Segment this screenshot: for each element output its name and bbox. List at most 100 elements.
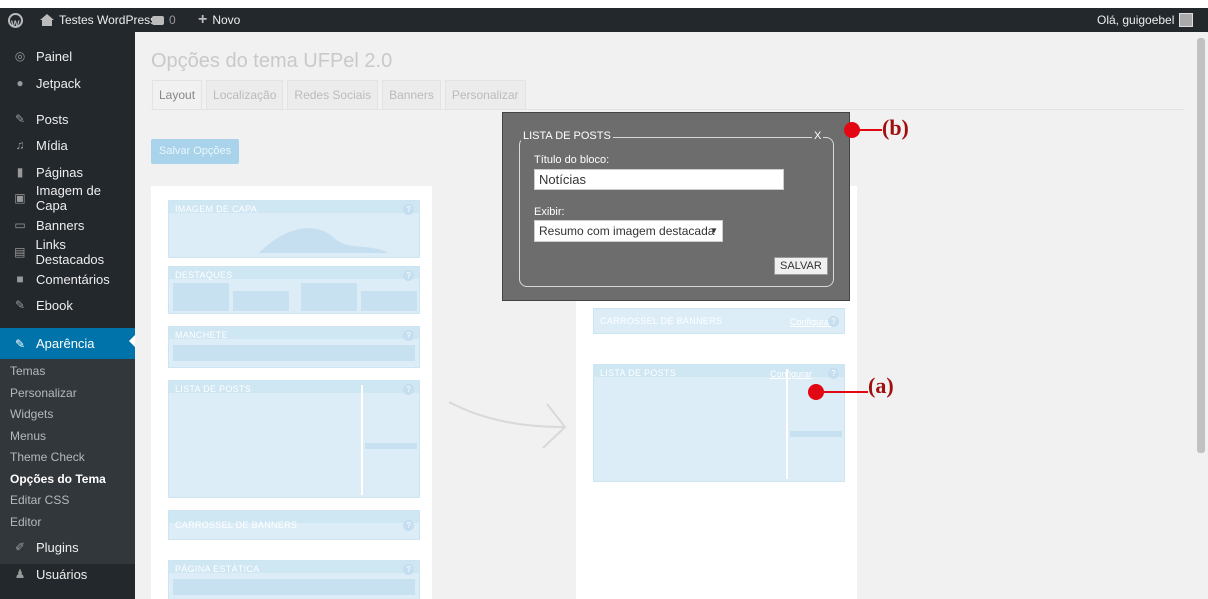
block-carrossel-de-banners[interactable]: CARROSSEL DE BANNERS ? bbox=[168, 510, 420, 540]
tab-layout[interactable]: Layout bbox=[152, 80, 203, 110]
sidebar-item-label: Mídia bbox=[36, 137, 68, 153]
show-select-value: Resumo com imagem destacada bbox=[539, 224, 715, 238]
annotation-a-line bbox=[818, 391, 868, 393]
help-icon[interactable]: ? bbox=[828, 316, 839, 327]
submenu-editor[interactable]: Editor bbox=[10, 513, 41, 531]
configure-link[interactable]: Configurar bbox=[770, 369, 812, 379]
tabs-divider bbox=[151, 109, 1185, 110]
featured-text bbox=[361, 291, 417, 311]
site-name-link[interactable]: Testes WordPress bbox=[40, 8, 156, 32]
tab-banners[interactable]: Banners bbox=[382, 80, 441, 110]
block-manchete[interactable]: MANCHETE ? bbox=[168, 326, 420, 368]
sidebar-bar bbox=[365, 443, 417, 449]
comments-link[interactable]: 0 bbox=[152, 8, 176, 32]
comment-icon bbox=[152, 15, 164, 25]
pin-icon: ✎ bbox=[14, 112, 26, 126]
submenu-personalizar[interactable]: Personalizar bbox=[10, 384, 77, 402]
admin-sidebar: ◎ Painel ● Jetpack ✎ Posts ♫ Mídia ▮ Páginas … bbox=[0, 32, 136, 599]
featured-thumb bbox=[301, 283, 357, 311]
site-name: Testes WordPress bbox=[59, 13, 157, 27]
help-icon[interactable]: ? bbox=[403, 204, 414, 215]
show-select[interactable]: Resumo com imagem destacada ▼ bbox=[534, 220, 723, 242]
block-label: CARROSSEL DE BANNERS bbox=[600, 316, 723, 326]
help-icon[interactable]: ? bbox=[403, 564, 414, 575]
plugin-icon: ✐ bbox=[14, 540, 26, 554]
sidebar-item-usuarios[interactable]: ♟ Usuários bbox=[0, 561, 135, 587]
annotation-a-dot bbox=[808, 384, 824, 400]
sidebar-item-aparencia[interactable]: ✎ Aparência bbox=[0, 328, 136, 359]
sidebar-item-imagem-de-capa[interactable]: ▣ Imagem de Capa bbox=[0, 183, 135, 213]
configure-link[interactable]: Configurar bbox=[790, 317, 832, 327]
tab-personalizar[interactable]: Personalizar bbox=[444, 80, 526, 110]
sidebar-item-plugins[interactable]: ✐ Plugins bbox=[0, 534, 135, 560]
page-scrollbar[interactable] bbox=[1193, 32, 1208, 599]
submenu-editar-css[interactable]: Editar CSS bbox=[10, 491, 69, 509]
account-menu[interactable]: Olá, guigoebel bbox=[1097, 8, 1194, 32]
sidebar-item-posts[interactable]: ✎ Posts bbox=[0, 106, 135, 132]
layout-lista-de-posts[interactable]: LISTA DE POSTS Configurar ? bbox=[593, 364, 845, 482]
sidebar-item-label: Aparência bbox=[36, 336, 95, 351]
show-label: Exibir: bbox=[534, 206, 565, 218]
dropdown-arrow-icon: ▼ bbox=[710, 226, 718, 235]
scrollbar-thumb[interactable] bbox=[1197, 38, 1205, 453]
submenu-temas[interactable]: Temas bbox=[10, 362, 45, 380]
salvar-button[interactable]: SALVAR bbox=[774, 257, 828, 275]
page-title: Opções do tema UFPel 2.0 bbox=[151, 50, 393, 72]
new-label: Novo bbox=[212, 13, 241, 27]
block-label: PÁGINA ESTÁTICA bbox=[175, 564, 260, 574]
block-label: LISTA DE POSTS bbox=[175, 384, 252, 394]
pin-icon: ✎ bbox=[14, 298, 26, 312]
help-icon[interactable]: ? bbox=[403, 270, 414, 281]
screen: Testes WordPress 0 + Novo Olá, guigoebel… bbox=[0, 0, 1208, 599]
featured-thumb bbox=[173, 283, 229, 311]
sidebar-item-label: Links Destacados bbox=[35, 237, 105, 267]
tab-redes-sociais[interactable]: Redes Sociais bbox=[287, 80, 379, 110]
tab-localizacao[interactable]: Localização bbox=[206, 80, 284, 110]
sidebar-item-painel[interactable]: ◎ Painel bbox=[0, 43, 135, 69]
sidebar-item-links-destacados[interactable]: ▤ Links Destacados bbox=[0, 237, 135, 267]
new-content-link[interactable]: + Novo bbox=[198, 8, 240, 32]
sidebar-item-paginas[interactable]: ▮ Páginas bbox=[0, 159, 135, 185]
close-button[interactable]: X bbox=[812, 130, 824, 142]
annotation-b-dot bbox=[844, 122, 860, 138]
sidebar-item-midia[interactable]: ♫ Mídia bbox=[0, 132, 135, 158]
help-icon[interactable]: ? bbox=[828, 368, 839, 379]
block-lista-de-posts[interactable]: LISTA DE POSTS ? bbox=[168, 380, 420, 498]
block-title-label: Título do bloco: bbox=[534, 154, 610, 166]
greeting: Olá, guigoebel bbox=[1097, 13, 1175, 27]
wordpress-logo-button[interactable] bbox=[8, 8, 23, 36]
drag-arrow-icon bbox=[448, 401, 567, 449]
column-divider bbox=[786, 369, 788, 479]
landscape-icon bbox=[259, 228, 389, 253]
submenu-widgets[interactable]: Widgets bbox=[10, 405, 53, 423]
sidebar-item-label: Ebook bbox=[36, 297, 73, 313]
submenu-menus[interactable]: Menus bbox=[10, 427, 46, 445]
block-imagem-de-capa[interactable]: IMAGEM DE CAPA ? bbox=[168, 200, 420, 258]
comments-count: 0 bbox=[169, 13, 176, 27]
block-label: CARROSSEL DE BANNERS bbox=[175, 520, 298, 530]
sidebar-item-label: Comentários bbox=[36, 271, 110, 287]
image-icon: ▣ bbox=[14, 191, 26, 205]
pages-icon: ▮ bbox=[16, 165, 24, 179]
sidebar-item-label: Jetpack bbox=[36, 75, 81, 91]
help-icon[interactable]: ? bbox=[403, 384, 414, 395]
jetpack-icon: ● bbox=[16, 76, 24, 90]
save-options-button[interactable]: Salvar Opções bbox=[151, 139, 240, 164]
layout-carrossel-de-banners[interactable]: CARROSSEL DE BANNERS Configurar ? bbox=[593, 308, 845, 334]
sidebar-item-ebook[interactable]: ✎ Ebook bbox=[0, 292, 135, 318]
sidebar-item-jetpack[interactable]: ● Jetpack bbox=[0, 70, 135, 96]
available-blocks-panel: IMAGEM DE CAPA ? DESTAQUES ? MANCHETE ? bbox=[151, 186, 432, 599]
block-pagina-estatica[interactable]: PÁGINA ESTÁTICA ? bbox=[168, 560, 420, 599]
submenu-opcoes-do-tema[interactable]: Opções do Tema bbox=[10, 470, 106, 488]
submenu-theme-check[interactable]: Theme Check bbox=[10, 448, 85, 466]
sidebar-item-label: Plugins bbox=[36, 539, 79, 555]
block-destaques[interactable]: DESTAQUES ? bbox=[168, 266, 420, 314]
sidebar-item-comentarios[interactable]: ■ Comentários bbox=[0, 266, 135, 292]
dashboard-icon: ◎ bbox=[14, 49, 26, 63]
help-icon[interactable]: ? bbox=[403, 330, 414, 341]
block-title-input[interactable]: Notícias bbox=[534, 169, 784, 190]
sidebar-item-label: Usuários bbox=[36, 566, 88, 582]
help-icon[interactable]: ? bbox=[403, 520, 414, 531]
links-icon: ▤ bbox=[14, 245, 26, 259]
sidebar-item-banners[interactable]: ▭ Banners bbox=[0, 212, 135, 238]
